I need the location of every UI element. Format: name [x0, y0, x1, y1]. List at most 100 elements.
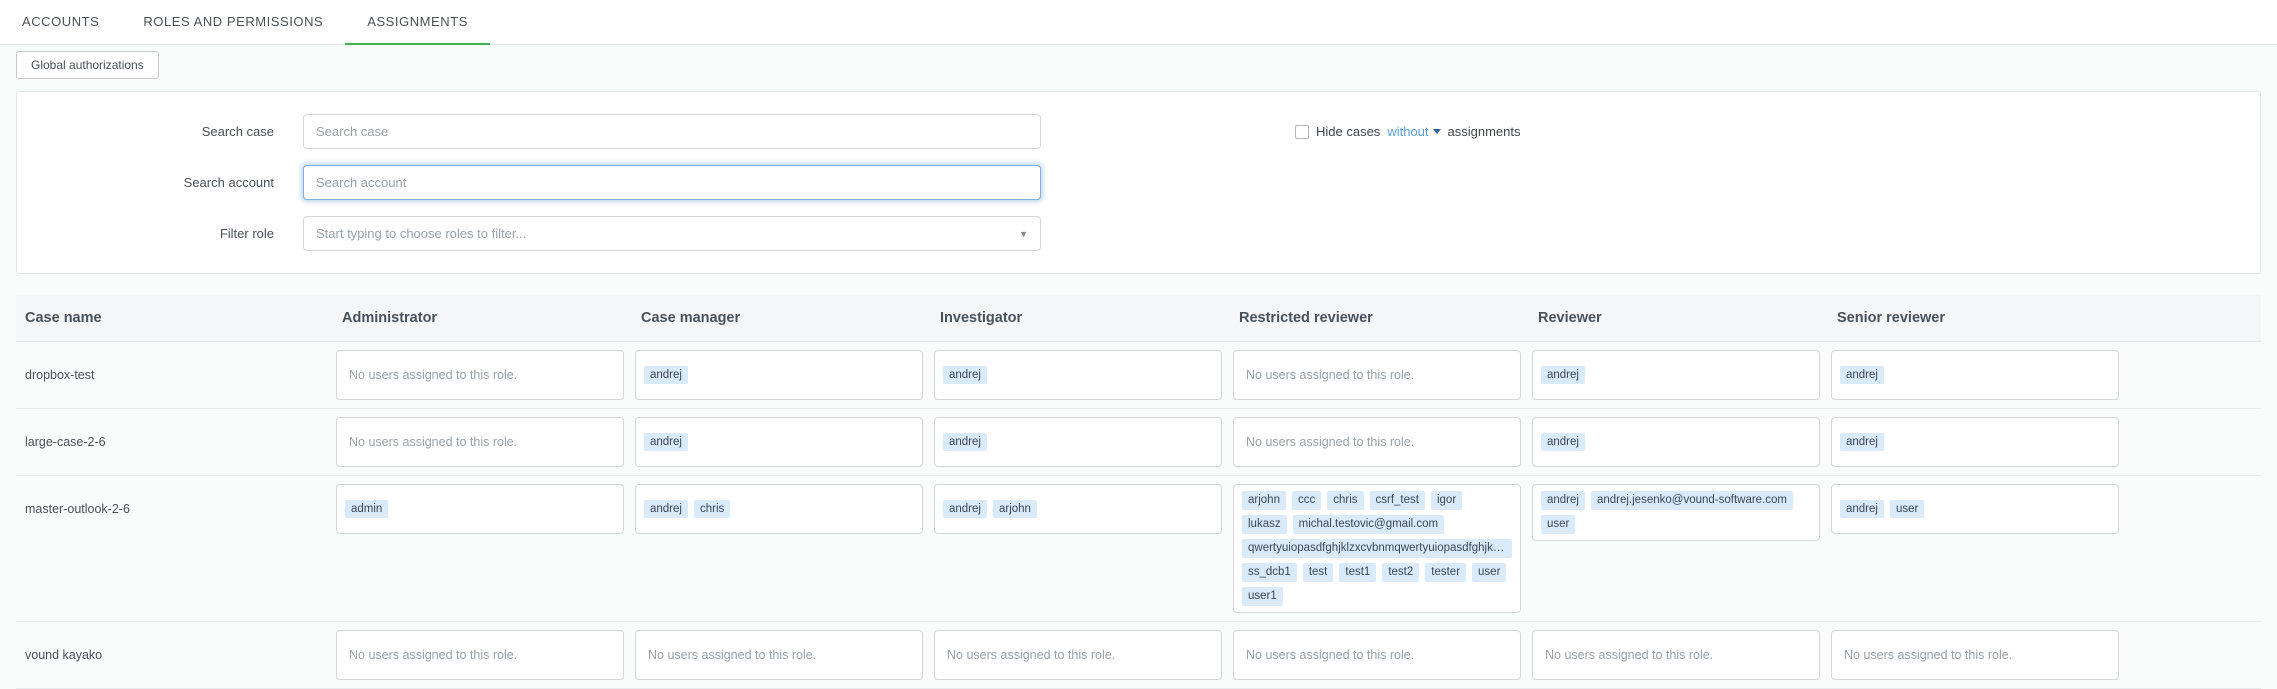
user-tag[interactable]: andrej — [1840, 366, 1884, 385]
role-cell: andrej — [1532, 350, 1820, 400]
user-assignment-box[interactable]: andrej — [635, 417, 923, 467]
role-cell: andrej user — [1831, 484, 2119, 534]
hide-cases-checkbox[interactable] — [1295, 125, 1309, 139]
user-tag[interactable]: user — [1541, 515, 1575, 534]
filter-role-label: Filter role — [17, 226, 274, 241]
chevron-down-icon: ▼ — [1019, 229, 1028, 239]
user-assignment-box[interactable]: andrej arjohn — [934, 484, 1222, 534]
search-account-row: Search account — [17, 165, 2260, 200]
table-body: dropbox-testNo users assigned to this ro… — [16, 342, 2261, 689]
user-assignment-box[interactable]: andrej andrej.jesenko@vound-software.com u… — [1532, 484, 1820, 541]
table-header: Case name Administrator Case manager Invest… — [16, 295, 2261, 342]
user-tag[interactable]: test — [1303, 563, 1334, 582]
user-tag[interactable]: user1 — [1242, 587, 1283, 606]
table-row: vound kayakoNo users assigned to this ro… — [16, 622, 2261, 689]
user-tag[interactable]: andrej — [943, 433, 987, 452]
column-header-investigator: Investigator — [934, 310, 1222, 326]
user-tag[interactable]: andrej — [943, 366, 987, 385]
user-assignment-box[interactable]: No users assigned to this role. — [1233, 350, 1521, 400]
user-tag[interactable]: ss_dcb1 — [1242, 563, 1297, 582]
search-case-row: Search case Hide cases without assignmen… — [17, 114, 2260, 149]
tab-accounts[interactable]: ACCOUNTS — [0, 0, 121, 45]
user-assignment-box[interactable]: andrej — [1532, 350, 1820, 400]
user-assignment-box[interactable]: andrej — [1831, 417, 2119, 467]
role-cell: No users assigned to this role. — [1831, 630, 2119, 680]
user-assignment-box[interactable]: andrej — [1532, 417, 1820, 467]
user-tag[interactable]: ccc — [1292, 491, 1321, 510]
role-cell: andrej — [1532, 417, 1820, 467]
hide-cases-control: Hide cases without assignments — [1295, 124, 2260, 139]
user-assignment-box[interactable]: No users assigned to this role. — [336, 630, 624, 680]
role-cell: andrej — [635, 350, 923, 400]
user-tag[interactable]: user — [1890, 500, 1924, 519]
user-tag[interactable]: igor — [1431, 491, 1462, 510]
role-cell: andrej chris — [635, 484, 923, 534]
user-assignment-box[interactable]: No users assigned to this role. — [336, 417, 624, 467]
user-tag[interactable]: arjohn — [1242, 491, 1286, 510]
tab-roles-and-permissions[interactable]: ROLES AND PERMISSIONS — [121, 0, 345, 45]
empty-role-placeholder: No users assigned to this role. — [345, 648, 517, 662]
user-assignment-box[interactable]: andrej — [635, 350, 923, 400]
user-assignment-box[interactable]: No users assigned to this role. — [336, 350, 624, 400]
user-tag[interactable]: andrej — [1840, 433, 1884, 452]
user-assignment-box[interactable]: admin — [336, 484, 624, 534]
search-case-label: Search case — [17, 124, 274, 139]
user-assignment-box[interactable]: andrej chris — [635, 484, 923, 534]
user-assignment-box[interactable]: andrej — [1831, 350, 2119, 400]
case-name: master-outlook-2-6 — [16, 484, 325, 534]
user-assignment-box[interactable]: andrej user — [1831, 484, 2119, 534]
user-tag[interactable]: user — [1472, 563, 1506, 582]
user-assignment-box[interactable]: No users assigned to this role. — [635, 630, 923, 680]
user-tag[interactable]: test1 — [1339, 563, 1376, 582]
user-tag[interactable]: tester — [1425, 563, 1466, 582]
user-assignment-box[interactable]: No users assigned to this role. — [1831, 630, 2119, 680]
role-cell: andrej — [635, 417, 923, 467]
search-case-input[interactable] — [303, 114, 1041, 149]
empty-role-placeholder: No users assigned to this role. — [943, 648, 1115, 662]
column-header-case-name: Case name — [16, 310, 325, 326]
user-assignment-box[interactable]: No users assigned to this role. — [934, 630, 1222, 680]
empty-role-placeholder: No users assigned to this role. — [1541, 648, 1713, 662]
global-authorizations-button[interactable]: Global authorizations — [16, 51, 159, 79]
user-tag[interactable]: andrej — [644, 433, 688, 452]
role-cell: andrej — [1831, 350, 2119, 400]
user-tag[interactable]: arjohn — [993, 500, 1037, 519]
filter-role-select[interactable]: Start typing to choose roles to filter..… — [303, 216, 1041, 251]
user-tag[interactable]: andrej — [1541, 433, 1585, 452]
empty-role-placeholder: No users assigned to this role. — [644, 648, 816, 662]
table-row: large-case-2-6No users assigned to this … — [16, 409, 2261, 476]
user-assignment-box[interactable]: No users assigned to this role. — [1233, 630, 1521, 680]
user-assignment-box[interactable]: andrej — [934, 417, 1222, 467]
search-account-input[interactable] — [303, 165, 1041, 200]
chevron-down-icon — [1433, 129, 1441, 134]
column-header-restricted-reviewer: Restricted reviewer — [1233, 310, 1521, 326]
user-assignment-box[interactable]: andrej — [934, 350, 1222, 400]
user-tag[interactable]: chris — [694, 500, 730, 519]
user-tag[interactable]: andrej — [1541, 366, 1585, 385]
column-header-reviewer: Reviewer — [1532, 310, 1820, 326]
column-header-administrator: Administrator — [336, 310, 624, 326]
user-tag[interactable]: test2 — [1382, 563, 1419, 582]
user-tag[interactable]: andrej.jesenko@vound-software.com — [1591, 491, 1793, 510]
column-header-case-manager: Case manager — [635, 310, 923, 326]
empty-role-placeholder: No users assigned to this role. — [345, 368, 517, 382]
user-assignment-box[interactable]: arjohn ccc chris csrf_test igor lukasz michal.… — [1233, 484, 1521, 613]
hide-cases-mode-dropdown[interactable]: without — [1387, 124, 1440, 139]
user-tag[interactable]: csrf_test — [1370, 491, 1425, 510]
user-tag[interactable]: qwertyuiopasdfghjklzxcvbnmqwertyuiopasdf… — [1242, 539, 1512, 558]
user-tag[interactable]: chris — [1327, 491, 1363, 510]
user-assignment-box[interactable]: No users assigned to this role. — [1532, 630, 1820, 680]
user-tag[interactable]: lukasz — [1242, 515, 1287, 534]
user-tag[interactable]: michal.testovic@gmail.com — [1293, 515, 1445, 534]
role-cell: andrej — [1831, 417, 2119, 467]
user-tag[interactable]: andrej — [644, 500, 688, 519]
hide-cases-label: Hide cases — [1316, 124, 1380, 139]
user-tag[interactable]: andrej — [644, 366, 688, 385]
user-tag[interactable]: admin — [345, 500, 388, 519]
tab-assignments[interactable]: ASSIGNMENTS — [345, 0, 490, 45]
user-assignment-box[interactable]: No users assigned to this role. — [1233, 417, 1521, 467]
user-tag[interactable]: andrej — [943, 500, 987, 519]
user-tag[interactable]: andrej — [1541, 491, 1585, 510]
user-tag[interactable]: andrej — [1840, 500, 1884, 519]
empty-role-placeholder: No users assigned to this role. — [1840, 648, 2012, 662]
